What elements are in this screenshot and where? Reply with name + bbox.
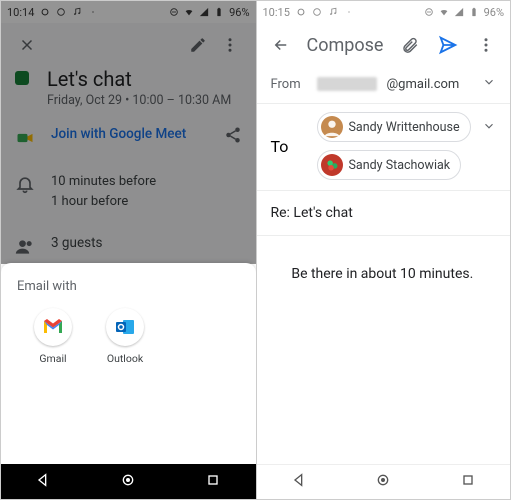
reminder-item: 10 minutes before bbox=[51, 172, 156, 192]
meet-icon bbox=[15, 128, 35, 148]
battery-icon bbox=[214, 7, 224, 17]
nav-home-button[interactable] bbox=[375, 472, 391, 492]
close-button[interactable] bbox=[15, 33, 39, 57]
meet-section: Join with Google Meet bbox=[1, 108, 256, 160]
share-sheet-title: Email with bbox=[17, 279, 240, 294]
people-icon bbox=[15, 237, 35, 257]
event-color-chip bbox=[15, 71, 29, 85]
nav-recent-button[interactable] bbox=[460, 472, 476, 492]
notif-circle-icon bbox=[40, 7, 50, 17]
body-field[interactable]: Be there in about 10 minutes. bbox=[257, 236, 511, 464]
event-header: Let's chat Friday, Oct 29 • 10:00 – 10:3… bbox=[1, 63, 256, 108]
event-title: Let's chat bbox=[47, 67, 231, 91]
nav-home-button[interactable] bbox=[120, 472, 136, 492]
share-app-gmail[interactable]: Gmail bbox=[29, 308, 77, 365]
nav-bar bbox=[1, 464, 256, 499]
attach-button[interactable] bbox=[398, 33, 422, 57]
notif-music-icon bbox=[328, 7, 338, 17]
recipient-chip[interactable]: Sandy Stachowiak bbox=[317, 150, 462, 180]
reminder-item: 1 hour before bbox=[51, 192, 156, 212]
outlook-icon bbox=[106, 308, 144, 346]
back-button[interactable] bbox=[269, 33, 293, 57]
edit-button[interactable] bbox=[186, 33, 210, 57]
avatar bbox=[321, 116, 343, 138]
status-bar: 10:14 bbox=[1, 1, 256, 23]
notif-music-icon bbox=[72, 7, 82, 17]
share-button[interactable] bbox=[224, 126, 242, 148]
more-button[interactable] bbox=[218, 33, 242, 57]
signal-icon bbox=[199, 7, 209, 17]
wifi-icon bbox=[439, 7, 449, 17]
chevron-down-icon[interactable] bbox=[482, 118, 496, 137]
guests-section[interactable]: 3 guests bbox=[1, 223, 256, 263]
nav-back-button[interactable] bbox=[35, 472, 51, 492]
to-label: To bbox=[271, 137, 307, 156]
recipient-name: Sandy Writtenhouse bbox=[349, 120, 460, 135]
app-label: Gmail bbox=[39, 352, 66, 365]
compose-title: Compose bbox=[307, 35, 385, 56]
gmail-icon bbox=[34, 308, 72, 346]
notif-circle-icon bbox=[296, 7, 306, 17]
compose-toolbar: Compose bbox=[257, 23, 511, 65]
recipient-chip[interactable]: Sandy Writtenhouse bbox=[317, 112, 471, 142]
left-phone: 10:14 bbox=[1, 1, 256, 499]
share-sheet: Email with Gmail bbox=[1, 263, 256, 464]
share-app-outlook[interactable]: Outlook bbox=[101, 308, 149, 365]
from-label: From bbox=[271, 77, 307, 92]
from-domain: @gmail.com bbox=[387, 77, 460, 92]
subject-text: Re: Let's chat bbox=[271, 205, 353, 221]
bell-icon bbox=[15, 174, 35, 194]
wifi-icon bbox=[184, 7, 194, 17]
body-text: Be there in about 10 minutes. bbox=[291, 266, 473, 282]
dnd-icon bbox=[424, 7, 434, 17]
clock-text: 10:14 bbox=[7, 6, 34, 19]
clock-text: 10:15 bbox=[263, 6, 290, 19]
notif-circle-icon bbox=[312, 7, 322, 17]
more-button[interactable] bbox=[474, 33, 498, 57]
status-bar: 10:15 bbox=[257, 1, 511, 23]
avatar bbox=[321, 154, 343, 176]
recipient-name: Sandy Stachowiak bbox=[349, 158, 451, 173]
right-phone: 10:15 bbox=[256, 1, 511, 499]
notif-dot-icon bbox=[344, 7, 354, 17]
battery-text: 96% bbox=[229, 6, 249, 19]
send-button[interactable] bbox=[436, 33, 460, 57]
nav-recent-button[interactable] bbox=[205, 472, 221, 492]
join-meet-link[interactable]: Join with Google Meet bbox=[51, 126, 186, 142]
event-toolbar bbox=[1, 23, 256, 63]
to-row[interactable]: To Sandy Writtenhouse Sandy Stachowiak bbox=[257, 104, 511, 191]
guests-label: 3 guests bbox=[51, 235, 102, 251]
battery-text: 96% bbox=[484, 6, 504, 19]
notif-dot-icon bbox=[88, 7, 98, 17]
subject-field[interactable]: Re: Let's chat bbox=[257, 191, 511, 236]
from-row[interactable]: From @gmail.com bbox=[257, 65, 511, 104]
nav-bar bbox=[257, 464, 511, 499]
chevron-down-icon[interactable] bbox=[482, 75, 496, 93]
app-label: Outlook bbox=[107, 352, 143, 365]
nav-back-button[interactable] bbox=[291, 472, 307, 492]
from-redacted bbox=[317, 77, 377, 91]
battery-icon bbox=[469, 7, 479, 17]
dnd-icon bbox=[169, 7, 179, 17]
signal-icon bbox=[454, 7, 464, 17]
notif-circle-icon bbox=[56, 7, 66, 17]
event-datetime: Friday, Oct 29 • 10:00 – 10:30 AM bbox=[47, 93, 231, 108]
reminders-section: 10 minutes before 1 hour before bbox=[1, 160, 256, 223]
